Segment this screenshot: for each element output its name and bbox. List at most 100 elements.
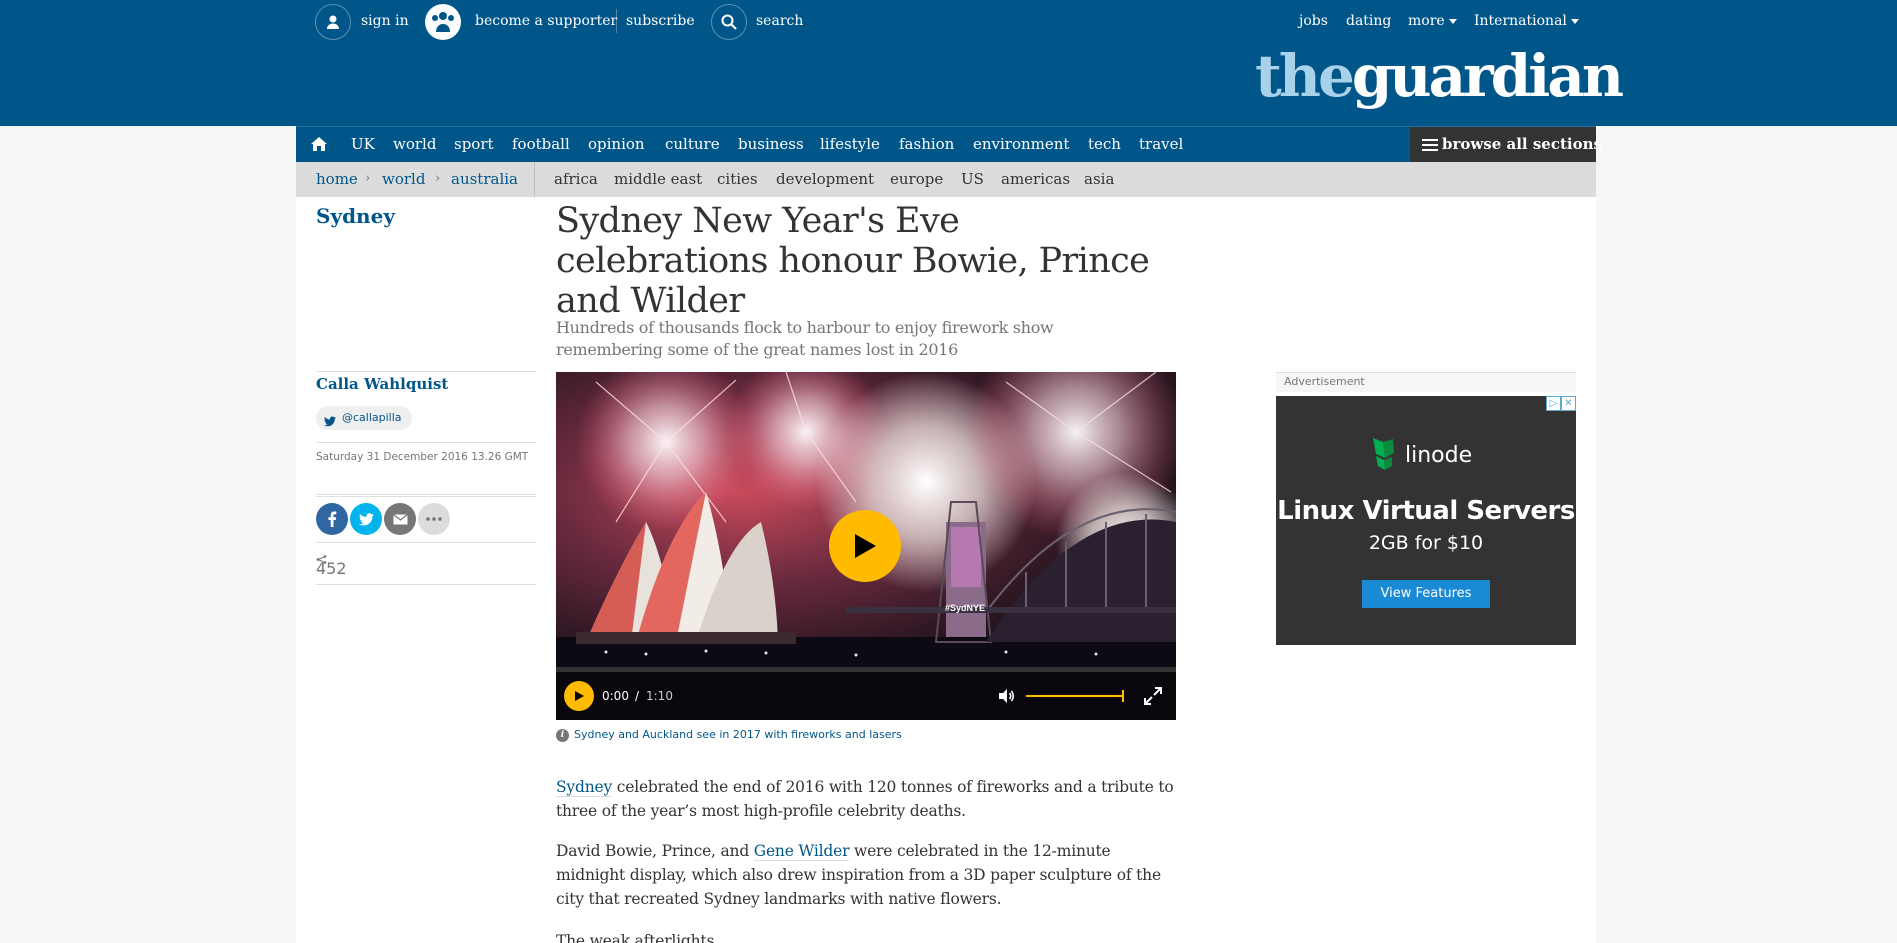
menu-icon: [1422, 139, 1438, 151]
subnav-item-middle-east[interactable]: middle east: [614, 162, 702, 196]
video-player[interactable]: #SydNYE 0:00 / 1:10: [556, 372, 1176, 720]
share-divider: [316, 496, 536, 497]
subnav-item-asia[interactable]: asia: [1084, 162, 1114, 196]
standfirst: Hundreds of thousands flock to harbour t…: [556, 318, 1054, 359]
meta-divider: [316, 494, 536, 495]
more-share-button[interactable]: [418, 503, 450, 535]
breadcrumb-australia[interactable]: australia: [451, 162, 518, 196]
logo-guardian: guardian: [1351, 42, 1624, 110]
paragraph-text: celebrated the end of 2016 with 120 tonn…: [556, 778, 1174, 820]
video-duration: 1:10: [646, 689, 673, 703]
facebook-share-button[interactable]: [316, 503, 348, 535]
subnav-item-development[interactable]: development: [776, 162, 874, 196]
subnav-item-cities[interactable]: cities: [717, 162, 758, 196]
linode-logo: linode: [1371, 436, 1472, 474]
edition-label: International: [1474, 13, 1567, 29]
paragraph-text: David Bowie, Prince, and: [556, 842, 754, 860]
share-count: 452: [316, 559, 347, 578]
twitter-share-button[interactable]: [350, 503, 382, 535]
subnav-item-us[interactable]: US: [961, 162, 984, 196]
nav-item-lifestyle[interactable]: lifestyle: [820, 127, 880, 163]
volume-slider[interactable]: [1026, 690, 1124, 702]
breadcrumb-separator-icon: ›: [365, 171, 371, 186]
chevron-down-icon: [1448, 18, 1457, 24]
sydney-link[interactable]: Sydney: [556, 778, 612, 797]
main-nav: UK world sport football opinion culture …: [296, 126, 1602, 163]
advertisement-label: Advertisement: [1276, 372, 1576, 392]
search-link[interactable]: search: [756, 11, 803, 31]
twitter-handle-link[interactable]: @callapilla: [316, 406, 412, 430]
twitter-icon: [324, 412, 336, 436]
article-paragraph: Sydney celebrated the end of 2016 with 1…: [556, 775, 1176, 823]
user-icon[interactable]: [315, 4, 351, 40]
subnav-item-americas[interactable]: americas: [1001, 162, 1070, 196]
nav-item-culture[interactable]: culture: [665, 127, 720, 163]
fullscreen-icon[interactable]: [1142, 685, 1164, 711]
nav-item-football[interactable]: football: [512, 127, 570, 163]
breadcrumb-world[interactable]: world: [382, 162, 425, 196]
article-paragraph: David Bowie, Prince, and Gene Wilder wer…: [556, 839, 1176, 911]
share-divider: [316, 542, 536, 543]
nav-item-tech[interactable]: tech: [1088, 127, 1121, 163]
meta-divider: [316, 442, 536, 443]
video-time-separator: /: [635, 689, 640, 703]
edition-menu[interactable]: International: [1474, 11, 1579, 31]
adchoices-icon[interactable]: ▷: [1546, 396, 1561, 411]
gene-wilder-link[interactable]: Gene Wilder: [753, 842, 849, 861]
volume-handle[interactable]: [1122, 690, 1124, 702]
header-divider: [616, 9, 617, 33]
ad-subline: 2GB for $10: [1368, 532, 1484, 554]
subnav-item-africa[interactable]: africa: [554, 162, 598, 196]
nav-item-opinion[interactable]: opinion: [588, 127, 645, 163]
logo-the: the: [1255, 42, 1355, 110]
view-features-button[interactable]: View Features: [1362, 580, 1490, 608]
play-button-small[interactable]: [564, 681, 594, 711]
section-label[interactable]: Sydney: [316, 203, 395, 229]
info-icon: i: [556, 729, 569, 742]
breadcrumb-home[interactable]: home: [316, 162, 358, 196]
subscribe-link[interactable]: subscribe: [626, 11, 695, 31]
advertisement-banner[interactable]: ▷ ✕ linode Linux Virtual Servers 2GB for…: [1276, 396, 1576, 645]
play-button-large[interactable]: [829, 510, 901, 582]
jobs-link[interactable]: jobs: [1299, 11, 1328, 31]
breadcrumb-separator-icon: ›: [435, 171, 441, 186]
more-label: more: [1408, 13, 1445, 29]
article-paragraph-cutoff: The weak afterlights...: [556, 932, 729, 943]
nav-item-travel[interactable]: travel: [1139, 127, 1183, 163]
ad-choices[interactable]: ▷ ✕: [1546, 396, 1576, 411]
nav-item-sport[interactable]: sport: [454, 127, 494, 163]
facebook-icon: [328, 511, 337, 527]
site-header: sign in become a supporter subscribe sea…: [0, 0, 1897, 126]
nav-item-fashion[interactable]: fashion: [899, 127, 954, 163]
subnav-item-europe[interactable]: europe: [890, 162, 943, 196]
headline: Sydney New Year's Eve celebrations honou…: [556, 201, 1150, 321]
supporter-icon[interactable]: [425, 4, 461, 40]
more-menu[interactable]: more: [1408, 11, 1457, 31]
browse-all-sections-button[interactable]: browse all sections: [1410, 127, 1602, 163]
search-icon[interactable]: [711, 4, 747, 40]
close-icon[interactable]: ✕: [1561, 396, 1576, 411]
video-caption: i Sydney and Auckland see in 2017 with f…: [556, 727, 902, 743]
sign-in-link[interactable]: sign in: [361, 11, 409, 31]
nav-item-environment[interactable]: environment: [973, 127, 1069, 163]
ad-headline: Linux Virtual Servers: [1277, 496, 1575, 526]
byline[interactable]: Calla Wahlquist: [316, 374, 448, 394]
nav-item-business[interactable]: business: [738, 127, 804, 163]
ellipsis-icon: [426, 517, 442, 521]
sub-nav: home › world › australia africa middle e…: [296, 162, 1596, 197]
guardian-logo[interactable]: theguardian: [1255, 36, 1624, 116]
linode-logo-icon: [1373, 438, 1394, 470]
email-share-button[interactable]: [384, 503, 416, 535]
home-icon[interactable]: [310, 135, 328, 157]
play-icon: [575, 691, 584, 701]
twitter-handle-label: @callapilla: [342, 411, 402, 424]
volume-level: [1026, 695, 1124, 697]
become-supporter-link[interactable]: become a supporter: [475, 11, 617, 31]
volume-icon[interactable]: [996, 686, 1016, 710]
dating-link[interactable]: dating: [1346, 11, 1391, 31]
video-caption-text: Sydney and Auckland see in 2017 with fir…: [574, 728, 902, 741]
linode-brand: linode: [1405, 442, 1473, 468]
video-controls: 0:00 / 1:10: [556, 672, 1176, 720]
nav-item-uk[interactable]: UK: [351, 127, 375, 163]
nav-item-world[interactable]: world: [393, 127, 436, 163]
